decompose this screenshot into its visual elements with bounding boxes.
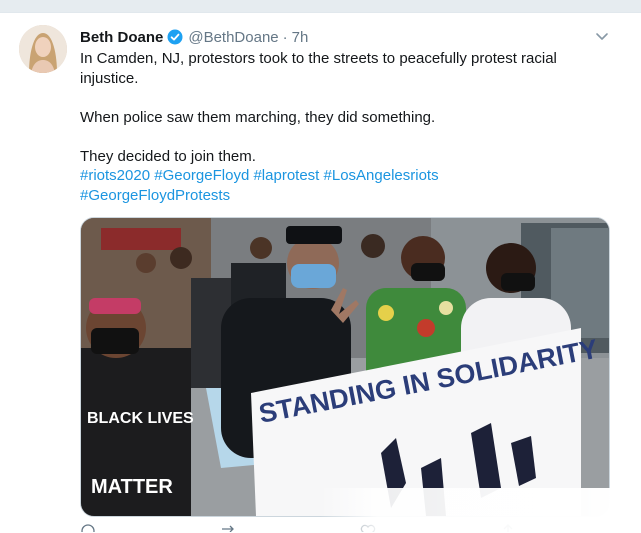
retweet-icon[interactable] [220,523,236,532]
hashtag-link[interactable]: #LosAngelesriots [324,167,439,184]
tweet-text: In Camden, NJ, protestors took to the st… [80,49,600,205]
hashtag-link[interactable]: #laprotest [253,167,319,184]
verified-badge-icon [167,29,183,45]
shirt-text: MATTER [91,476,173,498]
tweet-text-line: In Camden, NJ, protestors took to the st… [80,50,557,87]
tweet-text-line: When police saw them marching, they did … [80,108,436,126]
protest-photo: BLACK LIVES MATTER STANDING IN SOLIDARIT… [81,218,609,516]
hashtag-row: #riots2020 #GeorgeFloyd #laprotest #LosA… [80,166,600,186]
tweet-media-photo[interactable]: BLACK LIVES MATTER STANDING IN SOLIDARIT… [80,217,610,517]
author-handle[interactable]: @BethDoane [188,29,278,46]
tweet-header: Beth Doane @BethDoane · 7h [80,27,308,47]
hashtag-link[interactable]: #GeorgeFloydProtests [80,187,230,204]
hashtag-link[interactable]: #GeorgeFloyd [154,167,249,184]
separator-dot: · [282,28,288,46]
watermark-blur [320,488,641,532]
chevron-down-icon[interactable] [593,27,611,45]
timeline-top-bar [0,0,641,12]
shirt-text: BLACK LIVES [87,410,194,427]
hashtag-link[interactable]: #riots2020 [80,167,150,184]
tweet-text-line: They decided to join them. [80,147,256,165]
author-avatar[interactable] [19,25,67,73]
reply-icon[interactable] [80,523,96,532]
tweet-timestamp[interactable]: 7h [292,29,309,46]
avatar-photo-icon [19,25,67,73]
author-name[interactable]: Beth Doane [80,29,163,46]
